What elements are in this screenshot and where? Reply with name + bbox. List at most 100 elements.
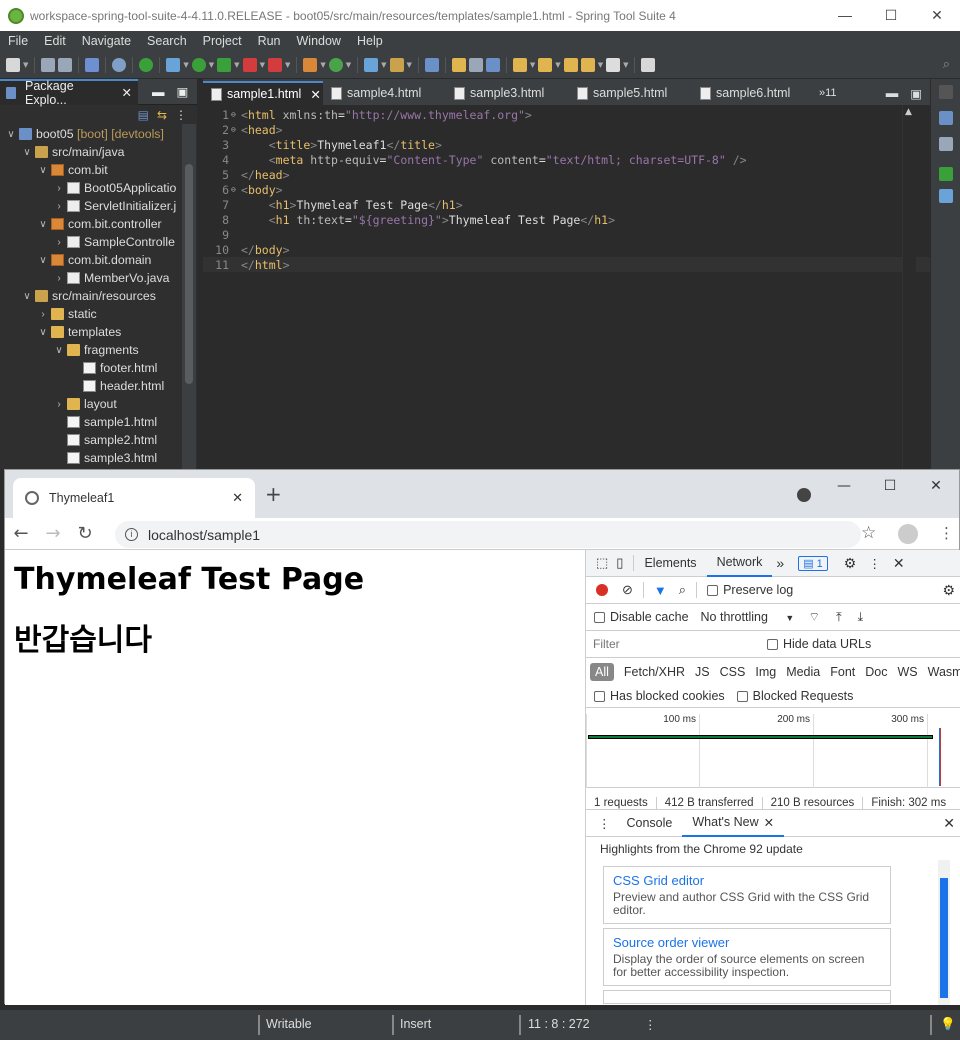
has-blocked-cookies-checkbox[interactable]: Has blocked cookies [594,689,725,703]
type-media[interactable]: Media [781,663,825,681]
preserve-log-checkbox[interactable]: Preserve log [707,583,793,597]
menu-window[interactable]: Window [289,34,349,48]
tree-item[interactable]: header.html [0,377,197,395]
tree-item[interactable]: › layout [0,395,197,413]
new-package-icon[interactable] [303,57,318,72]
network-overview-timeline[interactable]: 100 ms 200 ms 300 ms [586,708,960,788]
menu-file[interactable]: File [0,34,36,48]
network-settings-icon[interactable]: ⚙ [942,582,955,599]
open-type-icon[interactable] [364,57,379,72]
tab-elements[interactable]: Elements [634,550,706,577]
new-tab-button[interactable]: + [265,482,282,506]
blocked-requests-checkbox[interactable]: Blocked Requests [736,689,853,703]
editor-tab[interactable]: sample1.html ✕ [203,81,323,105]
new-icon[interactable] [6,57,20,72]
minimize-editor-icon[interactable]: ▬ [886,86,899,100]
code-line[interactable]: 3 <title>Thymeleaf1</title> [203,137,930,152]
chrome-menu-icon[interactable]: ⋮ [939,524,954,542]
fold-toggle-icon[interactable]: ⊖ [231,185,241,194]
task-list-icon[interactable] [939,137,953,151]
inspect-element-icon[interactable]: ⬚ [596,555,608,571]
type-ws[interactable]: WS [897,665,917,679]
debug-view-icon[interactable] [939,189,953,203]
close-icon[interactable]: ✕ [310,87,320,102]
fold-toggle-icon[interactable]: ⊖ [231,125,241,134]
code-line[interactable]: 8 <h1 th:text="${greeting}">Thymeleaf Te… [203,212,930,227]
save-icon[interactable] [41,57,56,72]
tree-item[interactable]: ∨ templates [0,323,197,341]
type-img[interactable]: Img [755,665,776,679]
boot-dashboard-icon[interactable] [139,57,154,72]
editor-tab[interactable]: sample6.html [692,81,815,105]
collapse-all-icon[interactable]: ▤ [138,108,149,122]
new-class-icon[interactable] [328,57,343,72]
drawer-scrollbar[interactable] [938,860,950,1005]
code-line[interactable]: 9 [203,227,930,242]
tree-item[interactable]: sample1.html [0,413,197,431]
code-line[interactable]: 6 ⊖ <body> [203,182,930,197]
close-icon[interactable]: ✕ [764,815,774,830]
whats-new-card[interactable]: Source order viewer Display the order of… [603,928,891,986]
whats-new-card[interactable] [603,990,891,1004]
tree-item[interactable]: ∨ fragments [0,341,197,359]
type-fetch-xhr[interactable]: Fetch/XHR [619,663,690,681]
device-toolbar-icon[interactable]: ▯ [616,555,623,571]
maximize-view-icon[interactable]: ▣ [177,84,189,99]
code-line[interactable]: 11 </html> [203,257,930,272]
forward-icon[interactable] [606,57,621,72]
tree-item[interactable]: › MemberVo.java [0,269,197,287]
menu-project[interactable]: Project [195,34,250,48]
close-icon[interactable]: ✕ [122,85,132,100]
run-icon[interactable] [191,57,206,72]
link-with-editor-icon[interactable]: ⇆ [157,108,167,122]
editor-scrollbar[interactable]: ▲ [902,105,916,469]
status-menu-icon[interactable]: ⋮ [644,1017,657,1032]
code-line[interactable]: 7 <h1>Thymeleaf Test Page</h1> [203,197,930,212]
disable-cache-checkbox[interactable]: Disable cache [594,610,689,624]
filter-funnel-icon[interactable]: ▼ [654,583,667,598]
clear-icon[interactable]: ⊘ [622,582,633,598]
drawer-menu-icon[interactable]: ⋮ [598,816,611,831]
restore-icon[interactable] [939,85,953,99]
type-font[interactable]: Font [830,665,855,679]
code-line[interactable]: 1 ⊖ <html xmlns:th="http://www.thymeleaf.o… [203,107,930,122]
throttling-select[interactable]: No throttling ▼ [701,610,795,624]
editor-tab[interactable]: sample3.html [446,81,569,105]
last-edit-icon[interactable] [563,57,578,72]
whats-new-card[interactable]: CSS Grid editor Preview and author CSS G… [603,866,891,924]
open-perspective-icon[interactable] [641,57,656,72]
search-icon[interactable]: ⌕ [943,57,950,72]
close-button[interactable]: ✕ [914,7,960,24]
explorer-scrollbar[interactable] [182,124,196,469]
external-tools-icon[interactable] [267,57,282,72]
menu-search[interactable]: Search [139,34,195,48]
tree-item[interactable]: ∨ com.bit.controller [0,215,197,233]
bookmark-star-icon[interactable]: ☆ [861,523,876,543]
reload-icon[interactable]: ↻ [69,523,101,544]
chrome-close-button[interactable]: ✕ [913,470,959,494]
tree-item[interactable]: › Boot05Applicatio [0,179,197,197]
tree-item[interactable]: ∨ src/main/resources [0,287,197,305]
next-annotation-icon[interactable] [512,57,527,72]
tree-item[interactable]: footer.html [0,359,197,377]
type-all[interactable]: All [590,662,614,681]
network-conditions-icon[interactable]: ⌔ [808,609,820,625]
close-devtools-icon[interactable]: ✕ [893,555,905,572]
relaunch-icon[interactable] [217,57,232,72]
settings-gear-icon[interactable]: ⚙ [844,555,857,572]
drawer-tab-whats-new[interactable]: What's New ✕ [682,810,785,837]
toggle-mark-occurrences-icon[interactable] [424,57,439,72]
browser-tab[interactable]: Thymeleaf1 ✕ [13,478,255,518]
outline-icon[interactable] [939,111,953,125]
tab-network[interactable]: Network [706,550,773,577]
address-bar[interactable]: i localhost/sample1 [115,521,861,548]
tree-item[interactable]: › SampleControlle [0,233,197,251]
search-network-icon[interactable]: ⌕ [679,582,686,598]
menu-help[interactable]: Help [349,34,391,48]
fold-toggle-icon[interactable]: ⊖ [231,110,241,119]
previous-annotation-icon[interactable] [538,57,553,72]
skip-breakpoints-icon[interactable] [112,57,127,72]
back-arrow-icon[interactable]: ← [5,523,37,544]
type-doc[interactable]: Doc [860,663,892,681]
tree-item[interactable]: ∨ src/main/java [0,143,197,161]
